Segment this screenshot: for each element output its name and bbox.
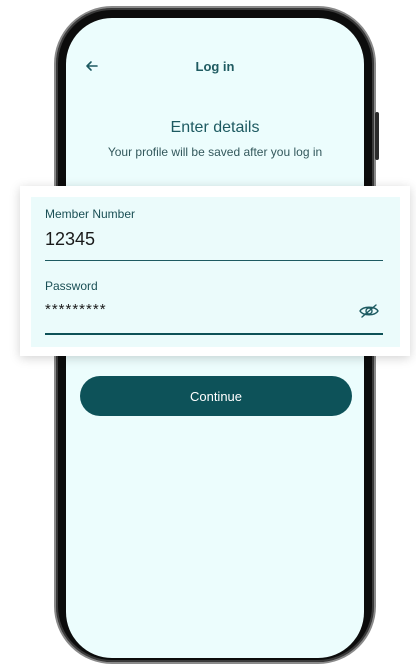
password-underline bbox=[45, 333, 383, 335]
member-number-underline bbox=[45, 260, 383, 261]
password-field[interactable]: ********* bbox=[45, 301, 107, 318]
continue-button[interactable]: Continue bbox=[80, 376, 352, 416]
page-title: Log in bbox=[195, 59, 235, 74]
member-number-field[interactable]: 12345 bbox=[45, 229, 95, 250]
phone-side-button bbox=[375, 112, 379, 160]
section-subheading: Your profile will be saved after you log… bbox=[107, 145, 323, 159]
member-number-label: Member Number bbox=[45, 207, 136, 221]
section-heading: Enter details bbox=[170, 119, 260, 136]
eye-off-icon[interactable] bbox=[358, 302, 380, 320]
password-label: Password bbox=[45, 279, 98, 293]
